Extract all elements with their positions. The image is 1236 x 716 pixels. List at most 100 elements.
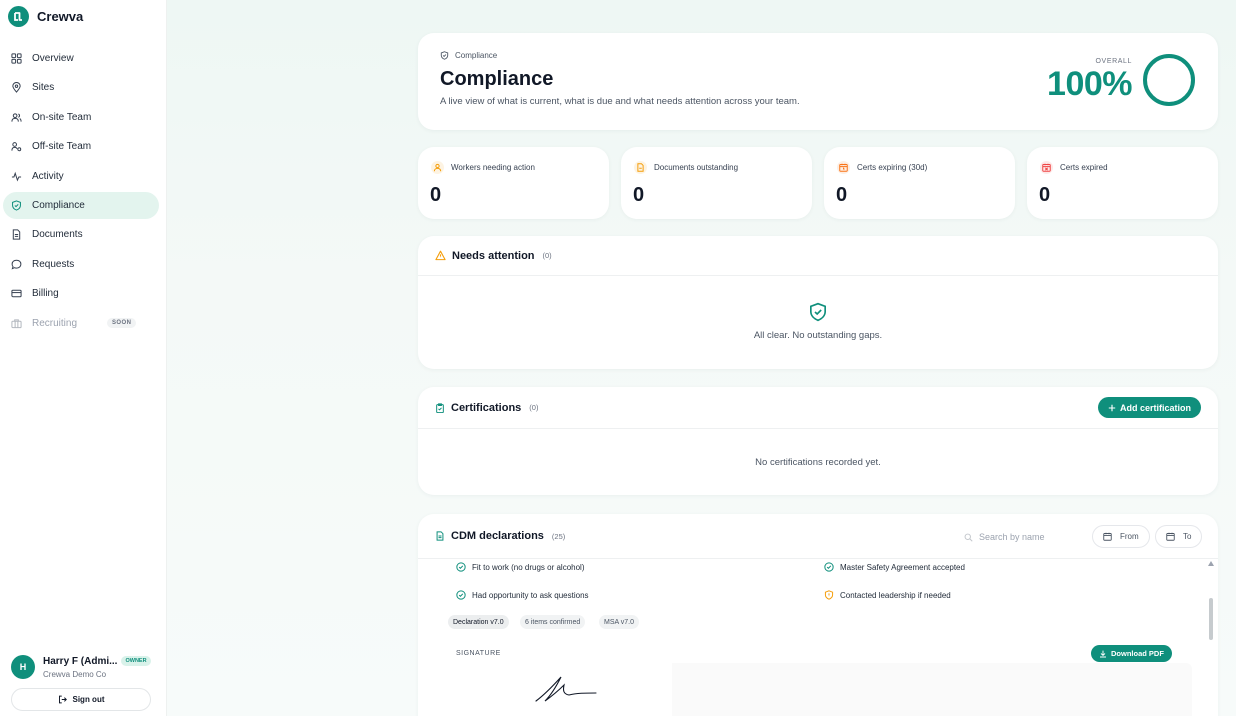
stat-card-certs-expired[interactable]: Certs expired 0: [1027, 147, 1218, 219]
shield-check-icon: [12, 200, 21, 211]
sidebar-item-activity[interactable]: Activity: [3, 163, 159, 190]
section-count: (25): [551, 531, 566, 541]
user-name: Harry F (Admi...: [43, 655, 118, 667]
to-date-button[interactable]: To: [1155, 525, 1203, 548]
section-title: Needs attention: [452, 249, 535, 262]
declaration-check-label: Fit to work (no drugs or alcohol): [472, 562, 585, 572]
compliance-header-card: Compliance Compliance A live view of wha…: [418, 33, 1218, 130]
sidebar-item-overview[interactable]: Overview: [3, 45, 159, 72]
brand[interactable]: Crewva: [8, 6, 83, 27]
document-pending-icon: [634, 161, 647, 174]
add-certification-button[interactable]: Add certification: [1097, 397, 1201, 418]
check-circle-icon: [456, 562, 466, 572]
search-placeholder: Search by name: [979, 532, 1045, 542]
stat-card-certs-expiring[interactable]: Certs expiring (30d) 0: [824, 147, 1015, 219]
user-org: Crewva Demo Co: [43, 669, 107, 679]
declaration-version-tag: Declaration v7.0: [448, 615, 509, 629]
sidebar-item-label: Overview: [32, 53, 74, 64]
needs-attention-header: Needs attention (0): [418, 236, 1218, 276]
document-icon: [436, 531, 444, 541]
section-count: (0): [542, 251, 552, 260]
download-pdf-button[interactable]: Download PDF: [1091, 645, 1172, 662]
sidebar-item-on-site-team[interactable]: On-site Team: [3, 104, 159, 131]
check-circle-icon: [824, 562, 834, 572]
sidebar-item-documents[interactable]: Documents: [3, 221, 159, 248]
breadcrumb-label: Compliance: [455, 51, 498, 60]
user-remote-icon: [11, 142, 22, 152]
empty-state-message: All clear. No outstanding gaps.: [753, 330, 883, 341]
crewva-logo-icon: [8, 6, 29, 27]
declaration-check-label: Had opportunity to ask questions: [472, 590, 589, 600]
search-input[interactable]: Search by name: [964, 532, 1045, 542]
check-circle-icon: [456, 590, 466, 600]
sidebar-item-label: Sites: [32, 82, 55, 94]
user-profile[interactable]: H Harry F (Admi... OWNER Crewva Demo Co: [11, 655, 151, 679]
sidebar-item-off-site-team[interactable]: Off-site Team: [3, 133, 159, 160]
sidebar-item-recruiting: Recruiting SOON: [3, 310, 159, 337]
stat-label: Certs expiring (30d): [857, 163, 928, 172]
msa-version-tag: MSA v7.0: [599, 615, 639, 629]
from-date-button[interactable]: From: [1092, 525, 1150, 548]
sign-out-button[interactable]: Sign out: [11, 688, 151, 711]
stat-value: 0: [836, 184, 848, 206]
sign-out-icon: [58, 695, 67, 704]
stat-card-documents[interactable]: Documents outstanding 0: [621, 147, 812, 219]
avatar: H: [11, 655, 35, 679]
declaration-check: Contacted leadership if needed: [824, 590, 951, 600]
shield-warning-icon: [824, 590, 834, 600]
credit-card-icon: [11, 289, 22, 298]
empty-state-message: No certifications recorded yet.: [755, 457, 881, 468]
calendar-icon: [1166, 532, 1175, 541]
download-pdf-label: Download PDF: [1111, 649, 1164, 658]
declaration-check-label: Contacted leadership if needed: [840, 590, 951, 600]
sidebar-item-label: Compliance: [32, 199, 85, 211]
sidebar-item-compliance[interactable]: Compliance: [3, 191, 159, 219]
stat-card-workers[interactable]: Workers needing action 0: [418, 147, 609, 219]
stat-label: Workers needing action: [451, 163, 535, 172]
signature-label: SIGNATURE: [456, 650, 501, 657]
needs-attention-card: Needs attention (0) All clear. No outsta…: [418, 236, 1218, 369]
declaration-check-label: Master Safety Agreement accepted: [840, 562, 965, 572]
document-icon: [12, 229, 21, 240]
scroll-up-icon: [1208, 561, 1214, 566]
sidebar-item-label: Recruiting: [32, 317, 78, 329]
clipboard-check-icon: [436, 402, 444, 413]
sidebar-item-sites[interactable]: Sites: [3, 74, 159, 101]
signature-area: [452, 663, 1192, 716]
briefcase-icon: [11, 318, 22, 328]
sidebar-item-requests[interactable]: Requests: [3, 251, 159, 278]
shield-check-icon: [440, 51, 449, 60]
sidebar: Crewva Overview Sites On-site Team Off-s…: [0, 0, 167, 716]
users-icon: [11, 113, 22, 122]
calendar-icon: [1103, 532, 1112, 541]
chat-icon: [11, 259, 22, 270]
sidebar-item-label: Activity: [32, 170, 64, 182]
section-title: CDM declarations: [451, 530, 544, 542]
sidebar-item-label: Off-site Team: [32, 141, 92, 153]
user-alert-icon: [431, 161, 444, 174]
stat-value: 0: [430, 184, 442, 206]
download-icon: [1100, 650, 1106, 657]
plus-icon: [1108, 404, 1116, 411]
items-confirmed-tag: 6 items confirmed: [520, 615, 586, 629]
activity-icon: [11, 171, 22, 182]
scrollbar-thumb[interactable]: [1209, 598, 1213, 640]
section-count: (0): [529, 403, 539, 412]
sign-out-label: Sign out: [72, 695, 105, 704]
certifications-card: Certifications (0) Add certification No …: [418, 387, 1218, 495]
scrollbar[interactable]: [1206, 558, 1216, 716]
sidebar-item-label: Billing: [32, 288, 59, 300]
breadcrumb: Compliance: [440, 51, 497, 60]
sidebar-item-label: Requests: [32, 258, 75, 270]
grid-icon: [11, 53, 22, 64]
declaration-check: Had opportunity to ask questions: [456, 590, 589, 600]
overall-progress-ring: [1143, 54, 1195, 106]
role-badge: OWNER: [121, 656, 151, 666]
sidebar-nav: Overview Sites On-site Team Off-site Tea…: [3, 45, 159, 339]
signature-image: [535, 676, 597, 702]
calendar-x-icon: [1040, 161, 1053, 174]
declaration-check: Fit to work (no drugs or alcohol): [456, 562, 585, 572]
stat-value: 0: [1039, 184, 1051, 206]
sidebar-item-billing[interactable]: Billing: [3, 280, 159, 307]
stat-value: 0: [633, 184, 645, 206]
